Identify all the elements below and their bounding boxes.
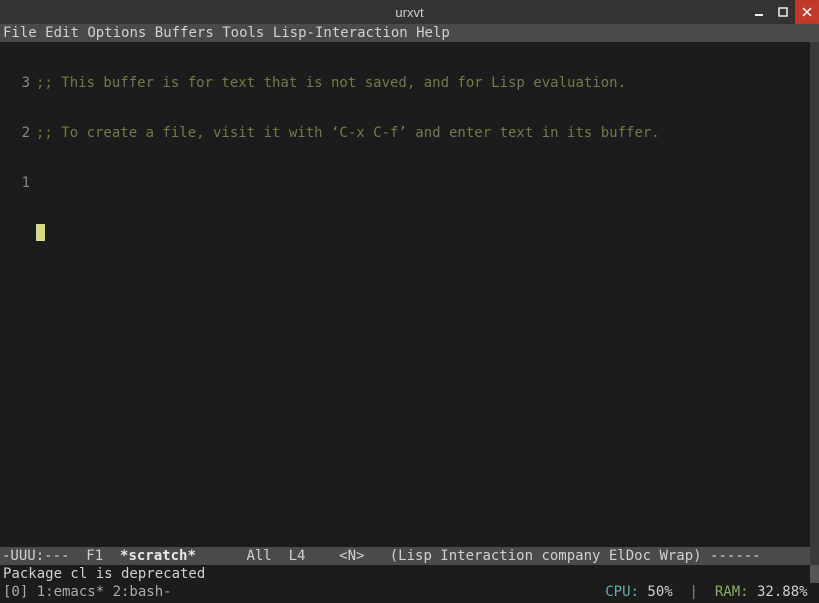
minimize-button[interactable] bbox=[747, 0, 771, 24]
emacs-minibuffer[interactable]: Package cl is deprecated bbox=[0, 565, 819, 583]
editor-line: 2 ;; To create a file, visit it with ‘C-… bbox=[0, 124, 819, 142]
modeline-buffer-name: *scratch* bbox=[120, 548, 196, 564]
window-titlebar: urxvt bbox=[0, 0, 819, 24]
menu-edit[interactable]: Edit bbox=[45, 25, 79, 41]
tmux-statusbar: [0] 1:emacs* 2:bash- CPU: 50% | RAM: 32.… bbox=[0, 583, 819, 601]
ram-label: RAM: bbox=[706, 584, 757, 600]
line-number: 2 bbox=[0, 124, 36, 142]
line-number: 1 bbox=[0, 174, 36, 192]
maximize-button[interactable] bbox=[771, 0, 795, 24]
line-number: 3 bbox=[0, 74, 36, 92]
ram-value: 32.88% bbox=[757, 584, 808, 600]
minibuffer-scrollbar[interactable] bbox=[810, 565, 819, 583]
tmux-windows[interactable]: [0] 1:emacs* 2:bash- bbox=[3, 583, 172, 601]
cpu-value: 50% bbox=[647, 584, 672, 600]
line-text: ;; This buffer is for text that is not s… bbox=[36, 74, 626, 92]
menu-help[interactable]: Help bbox=[416, 25, 450, 41]
editor-line: 1 bbox=[0, 174, 819, 192]
menu-options[interactable]: Options bbox=[87, 25, 146, 41]
tmux-status-right: CPU: 50% | RAM: 32.88% bbox=[605, 583, 816, 601]
editor-area[interactable]: 3 ;; This buffer is for text that is not… bbox=[0, 42, 819, 547]
menu-lisp-interaction[interactable]: Lisp-Interaction bbox=[273, 25, 408, 41]
window-controls bbox=[747, 0, 819, 24]
menu-buffers[interactable]: Buffers bbox=[155, 25, 214, 41]
text-cursor bbox=[36, 224, 45, 241]
line-text: ;; To create a file, visit it with ‘C-x … bbox=[36, 124, 660, 142]
editor-line: 3 ;; This buffer is for text that is not… bbox=[0, 74, 819, 92]
minibuffer-text: Package cl is deprecated bbox=[3, 566, 205, 582]
cpu-label: CPU: bbox=[605, 584, 647, 600]
separator: | bbox=[673, 584, 707, 600]
modeline-left: -UUU:--- F1 bbox=[2, 548, 120, 564]
menu-file[interactable]: File bbox=[3, 25, 37, 41]
emacs-menubar: File Edit Options Buffers Tools Lisp-Int… bbox=[0, 24, 819, 42]
window-title: urxvt bbox=[395, 5, 423, 20]
editor-scrollbar[interactable] bbox=[810, 42, 819, 565]
menu-tools[interactable]: Tools bbox=[222, 25, 264, 41]
cursor-line bbox=[0, 224, 819, 242]
close-button[interactable] bbox=[795, 0, 819, 24]
modeline-rest: All L4 <N> (Lisp Interaction company ElD… bbox=[196, 548, 761, 564]
emacs-modeline[interactable]: -UUU:--- F1 *scratch* All L4 <N> (Lisp I… bbox=[0, 547, 819, 565]
